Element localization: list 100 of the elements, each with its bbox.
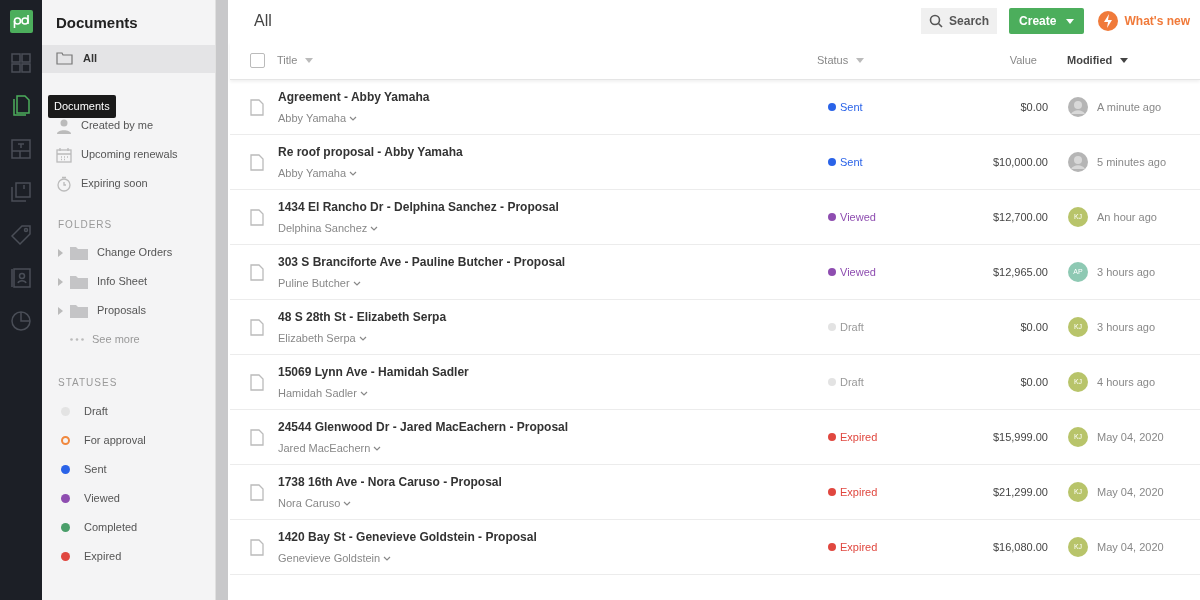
filter-item[interactable]: Upcoming renewals bbox=[56, 145, 201, 164]
owner-dropdown[interactable]: Elizabeth Serpa bbox=[278, 329, 367, 347]
app-logo[interactable] bbox=[9, 10, 33, 33]
sidebar-item[interactable]: All bbox=[42, 44, 215, 73]
value-cell-text: $21,299.00 bbox=[991, 484, 1048, 500]
page-title: All bbox=[254, 11, 273, 31]
document-title: 48 S 28th St - Elizabeth Serpa bbox=[278, 308, 448, 326]
status-label: Draft bbox=[840, 374, 864, 390]
folder-item[interactable]: Proposals bbox=[58, 301, 199, 320]
status-label: Expired bbox=[840, 429, 878, 445]
owner-dropdown[interactable]: Nora Caruso bbox=[278, 494, 352, 512]
template-icon bbox=[10, 138, 32, 160]
value-cell-text: $10,000.00 bbox=[991, 154, 1048, 170]
contact-card-icon bbox=[10, 267, 32, 289]
document-row[interactable]: Agreement - Abby Yamaha Abby Yamaha Sent $0.00 A minute ago bbox=[230, 80, 1200, 135]
pie-chart-icon bbox=[10, 310, 32, 332]
dropdown-caret-icon bbox=[1066, 18, 1075, 24]
chevron-down-icon bbox=[373, 445, 382, 451]
document-icon bbox=[250, 538, 264, 556]
chevron-down-icon bbox=[383, 555, 392, 561]
document-row[interactable]: Re roof proposal - Abby Yamaha Abby Yamaha Sent $10,000.00 5 minutes ago bbox=[230, 135, 1200, 190]
select-all-checkbox[interactable] bbox=[250, 53, 265, 68]
modified-time: May 04, 2020 bbox=[1097, 484, 1164, 500]
owner-dropdown[interactable]: Delphina Sanchez bbox=[278, 219, 379, 237]
catalog-icon bbox=[10, 181, 32, 203]
chevron-down-icon bbox=[349, 170, 358, 176]
grid-icon bbox=[10, 52, 32, 74]
owner-dropdown[interactable]: Genevieve Goldstein bbox=[278, 549, 392, 567]
owner-dropdown[interactable]: Puline Butcher bbox=[278, 274, 361, 292]
owner-dropdown[interactable]: Jared MacEachern bbox=[278, 439, 382, 457]
tooltip: Documents bbox=[48, 95, 116, 118]
rail-button[interactable] bbox=[8, 136, 34, 162]
status-filter[interactable]: Draft bbox=[61, 402, 196, 421]
status-label: Draft bbox=[840, 319, 864, 335]
document-icon bbox=[250, 263, 264, 281]
rail-button[interactable] bbox=[8, 50, 34, 76]
filter-item[interactable]: Created by me bbox=[56, 116, 201, 135]
document-title: 303 S Branciforte Ave - Pauline Butcher - Proposal bbox=[278, 253, 567, 271]
document-title: 15069 Lynn Ave - Hamidah Sadler bbox=[278, 363, 470, 381]
folder-icon bbox=[70, 245, 88, 260]
chevron-down-icon bbox=[359, 390, 368, 396]
modified-time: An hour ago bbox=[1097, 209, 1157, 225]
modified-time: 5 minutes ago bbox=[1097, 154, 1167, 170]
column-header[interactable]: Modified bbox=[1067, 52, 1129, 69]
status-label: Sent bbox=[840, 154, 863, 170]
modified-time: 4 hours ago bbox=[1097, 374, 1156, 390]
documents-icon bbox=[10, 95, 32, 117]
search-button[interactable]: Search bbox=[921, 8, 998, 34]
rail-button[interactable] bbox=[8, 308, 34, 334]
modified-time: May 04, 2020 bbox=[1097, 429, 1164, 445]
status-label: Expired bbox=[840, 484, 878, 500]
document-title: Re roof proposal - Abby Yamaha bbox=[278, 143, 464, 161]
document-icon bbox=[250, 428, 264, 446]
value-cell-text: $16,080.00 bbox=[991, 539, 1048, 555]
column-header[interactable]: Title bbox=[277, 52, 817, 69]
document-icon bbox=[250, 318, 264, 336]
folder-item[interactable]: Change Orders bbox=[58, 243, 199, 262]
column-header[interactable]: Status bbox=[817, 52, 947, 69]
status-filter[interactable]: Completed bbox=[61, 518, 196, 537]
document-title: 24544 Glenwood Dr - Jared MacEachern - Proposal bbox=[278, 418, 570, 436]
person-icon bbox=[56, 117, 72, 134]
document-icon bbox=[250, 153, 264, 171]
status-filter[interactable]: For approval bbox=[61, 431, 196, 450]
tag-icon bbox=[10, 224, 32, 246]
calendar-icon bbox=[56, 146, 72, 163]
value-cell-text: $0.00 bbox=[1019, 319, 1048, 335]
owner-dropdown[interactable]: Abby Yamaha bbox=[278, 164, 358, 182]
status-filter[interactable]: Viewed bbox=[61, 489, 196, 508]
dots-icon bbox=[70, 338, 84, 341]
sort-caret-icon bbox=[1120, 58, 1129, 63]
status-label: Viewed bbox=[840, 264, 876, 280]
owner-dropdown[interactable]: Abby Yamaha bbox=[278, 109, 358, 127]
value-cell-text: $15,999.00 bbox=[991, 429, 1048, 445]
folder-icon bbox=[70, 274, 88, 289]
document-title: 1738 16th Ave - Nora Caruso - Proposal bbox=[278, 473, 503, 491]
status-label: Viewed bbox=[840, 209, 876, 225]
modified-time: May 04, 2020 bbox=[1097, 539, 1164, 555]
status-filter[interactable]: Expired bbox=[61, 547, 196, 566]
filter-item[interactable]: Expiring soon bbox=[56, 174, 201, 193]
document-title: 1434 El Rancho Dr - Delphina Sanchez - Proposal bbox=[278, 198, 560, 216]
search-icon bbox=[929, 14, 944, 28]
avatar-silhouette bbox=[1068, 152, 1088, 172]
owner-dropdown[interactable]: Hamidah Sadler bbox=[278, 384, 368, 402]
lightning-icon bbox=[1098, 11, 1119, 31]
rail-button[interactable] bbox=[8, 222, 34, 248]
avatar-silhouette bbox=[1068, 97, 1088, 117]
status-label: Expired bbox=[840, 539, 878, 555]
timer-icon bbox=[56, 175, 72, 192]
document-icon bbox=[250, 98, 264, 116]
column-header[interactable]: Value bbox=[947, 52, 1037, 69]
chevron-down-icon bbox=[352, 280, 361, 286]
sidebar-title: Documents bbox=[55, 13, 139, 33]
sort-caret-icon bbox=[856, 58, 865, 63]
section-heading: STATUSES bbox=[57, 375, 119, 390]
rail-button[interactable] bbox=[8, 265, 34, 291]
document-icon bbox=[250, 208, 264, 226]
folder-item[interactable]: Info Sheet bbox=[58, 272, 199, 291]
sort-caret-icon bbox=[305, 58, 314, 63]
chevron-down-icon bbox=[370, 225, 379, 231]
status-filter[interactable]: Sent bbox=[61, 460, 196, 479]
